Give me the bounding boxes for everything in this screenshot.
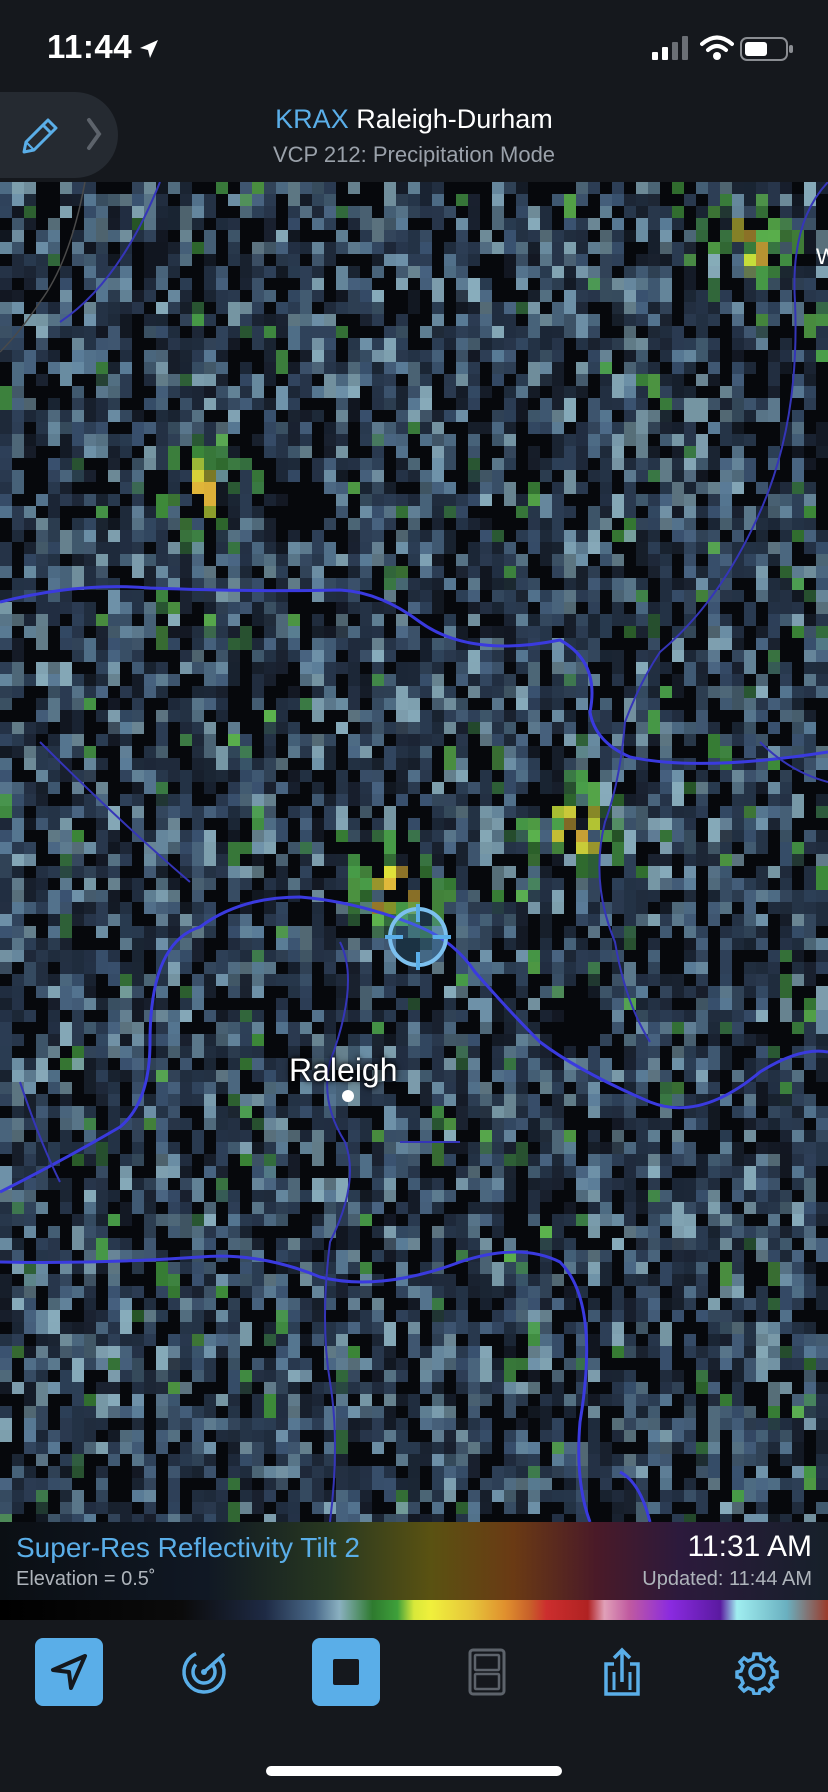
- cellular-signal-icon: [652, 36, 688, 60]
- city-label: Raleigh: [289, 1052, 398, 1088]
- map-edge-label: W: [816, 244, 828, 269]
- crosshair-icon: [385, 904, 451, 970]
- elevation-label: Elevation = 0.5˚: [16, 1568, 156, 1590]
- radar-map[interactable]: Raleigh W: [0, 182, 828, 1522]
- home-area: [0, 1732, 828, 1792]
- location-arrow-icon: [51, 1654, 87, 1690]
- reflectivity-color-scale: [0, 1600, 828, 1620]
- split-view-icon: [468, 1648, 506, 1696]
- stop-animation-button[interactable]: [312, 1638, 380, 1706]
- county-boundaries: [0, 182, 828, 1522]
- vcp-mode: VCP 212: Precipitation Mode: [272, 142, 556, 167]
- station-title[interactable]: KRAX Raleigh-Durham: [0, 104, 828, 135]
- battery-icon: [740, 37, 793, 61]
- gear-icon: [735, 1652, 779, 1695]
- scan-time: 11:31 AM: [687, 1530, 812, 1563]
- location-arrow-icon: [140, 40, 158, 58]
- station-header: KRAX Raleigh-Durham VCP 212: Precipitati…: [0, 92, 828, 183]
- station-name: Raleigh-Durham: [356, 104, 553, 134]
- status-bar: 11:44: [0, 0, 828, 92]
- stop-icon: [333, 1659, 359, 1685]
- product-name: Super-Res Reflectivity Tilt 2: [16, 1532, 360, 1563]
- bottom-toolbar: [0, 1620, 828, 1732]
- city-marker: [342, 1090, 354, 1102]
- product-info-bar[interactable]: Super-Res Reflectivity Tilt 2 Elevation …: [0, 1522, 828, 1600]
- settings-button[interactable]: [723, 1638, 791, 1706]
- status-time: 11:44: [47, 28, 133, 65]
- station-code: KRAX: [275, 104, 349, 134]
- share-button[interactable]: [588, 1638, 656, 1706]
- my-location-button[interactable]: [35, 1638, 103, 1706]
- updated-time: Updated: 11:44 AM: [642, 1568, 812, 1590]
- radar-button[interactable]: [170, 1638, 238, 1706]
- share-icon: [604, 1647, 640, 1696]
- split-view-button[interactable]: [453, 1638, 521, 1706]
- home-indicator: [266, 1766, 562, 1776]
- radar-icon: [182, 1650, 226, 1694]
- wifi-icon: [700, 35, 734, 60]
